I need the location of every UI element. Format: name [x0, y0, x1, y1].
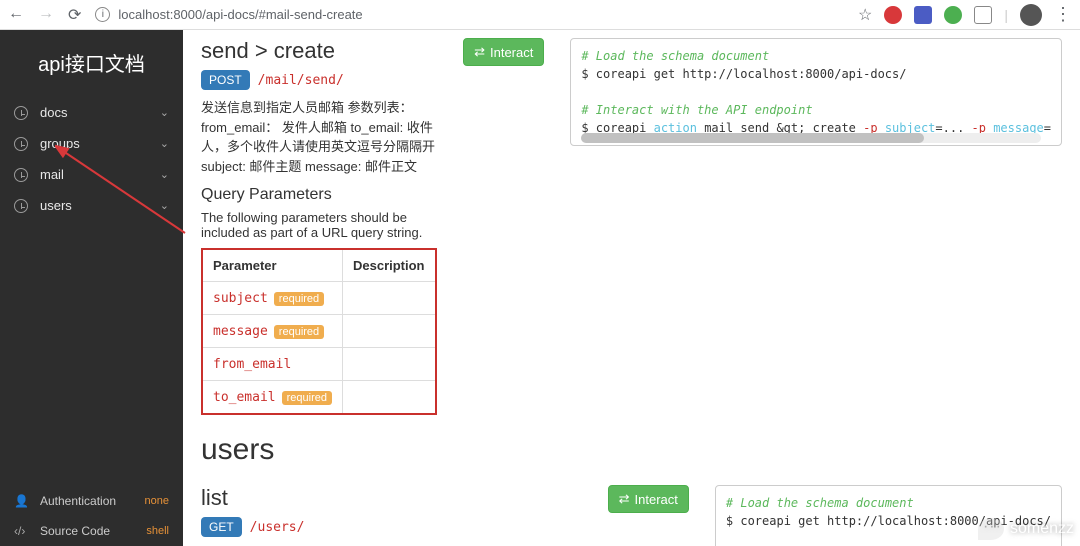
code-example: # Load the schema document $ coreapi get…: [715, 485, 1062, 546]
sidebar-item-mail[interactable]: mail ⌄: [0, 159, 183, 190]
clock-icon: [14, 137, 28, 151]
required-badge: required: [274, 325, 324, 339]
sidebar-item-label: mail: [40, 167, 64, 182]
main-content: send > create POST /mail/send/ 发送信息到指定人员…: [183, 30, 1080, 546]
th-parameter: Parameter: [202, 249, 342, 282]
user-icon: 👤: [14, 494, 28, 508]
endpoint-path: /mail/send/: [258, 73, 344, 88]
ext-icon-green[interactable]: [944, 6, 962, 24]
param-name: from_email: [213, 357, 291, 372]
query-params-heading: Query Parameters: [201, 186, 437, 204]
table-row: subject required: [202, 282, 436, 315]
method-badge-post: POST: [201, 70, 250, 90]
sidebar-auth-row[interactable]: 👤 Authentication none: [0, 486, 183, 516]
scrollbar-thumb[interactable]: [581, 133, 924, 143]
endpoint-description: 发送信息到指定人员邮箱 参数列表： from_email： 发件人邮箱 to_e…: [201, 98, 437, 176]
table-row: to_email required: [202, 381, 436, 415]
abp-icon[interactable]: [884, 6, 902, 24]
sidebar-footer-value: shell: [146, 525, 169, 537]
info-icon: i: [95, 7, 110, 22]
url-text: localhost:8000/api-docs/#mail-send-creat…: [118, 7, 362, 22]
table-row: from_email: [202, 348, 436, 381]
chevron-down-icon: ⌄: [160, 137, 169, 150]
sidebar-item-label: docs: [40, 105, 67, 120]
reload-button[interactable]: ⟳: [68, 5, 81, 25]
sidebar: api接口文档 docs ⌄ groups ⌄ mail ⌄ users ⌄: [0, 30, 183, 546]
chevron-down-icon: ⌄: [160, 168, 169, 181]
menu-dots-icon[interactable]: ⋮: [1054, 4, 1072, 25]
required-badge: required: [282, 391, 332, 405]
sidebar-item-label: groups: [40, 136, 80, 151]
param-name: to_email: [213, 390, 276, 405]
params-table: Parameter Description subject required me…: [201, 248, 437, 415]
nav-buttons: ← → ⟳: [8, 5, 81, 25]
clock-icon: [14, 106, 28, 120]
required-badge: required: [274, 292, 324, 306]
endpoint-path: /users/: [250, 520, 305, 535]
star-icon[interactable]: ☆: [858, 5, 872, 25]
code-icon: ‹/›: [14, 524, 28, 538]
param-name: subject: [213, 291, 268, 306]
sidebar-item-users[interactable]: users ⌄: [0, 190, 183, 221]
endpoint-title: send > create: [201, 38, 335, 64]
browser-right-icons: ☆ | ⋮: [858, 4, 1072, 26]
sidebar-title: api接口文档: [0, 30, 183, 97]
sidebar-item-groups[interactable]: groups ⌄: [0, 128, 183, 159]
address-bar[interactable]: i localhost:8000/api-docs/#mail-send-cre…: [95, 7, 844, 22]
ext-icon-blue[interactable]: [914, 6, 932, 24]
sidebar-footer-value: none: [145, 495, 169, 507]
sidebar-footer-label: Authentication: [40, 494, 116, 508]
sidebar-item-docs[interactable]: docs ⌄: [0, 97, 183, 128]
method-badge-get: GET: [201, 517, 242, 537]
group-heading-users: users: [201, 433, 1062, 467]
sidebar-footer-label: Source Code: [40, 524, 110, 538]
th-description: Description: [342, 249, 436, 282]
ext-icon-shield[interactable]: [974, 6, 992, 24]
param-name: message: [213, 324, 268, 339]
sidebar-source-row[interactable]: ‹/› Source Code shell: [0, 516, 183, 546]
sidebar-item-label: users: [40, 198, 72, 213]
sidebar-nav: docs ⌄ groups ⌄ mail ⌄ users ⌄: [0, 97, 183, 221]
forward-button[interactable]: →: [38, 5, 54, 25]
code-example: # Load the schema document $ coreapi get…: [570, 38, 1062, 146]
back-button[interactable]: ←: [8, 5, 24, 25]
endpoint-users-list: list GET /users/ API endpoint that allow…: [201, 477, 1062, 546]
endpoint-title: list: [201, 485, 582, 511]
interact-button[interactable]: Interact: [463, 38, 544, 66]
clock-icon: [14, 168, 28, 182]
profile-avatar[interactable]: [1020, 4, 1042, 26]
chevron-down-icon: ⌄: [160, 106, 169, 119]
browser-toolbar: ← → ⟳ i localhost:8000/api-docs/#mail-se…: [0, 0, 1080, 30]
clock-icon: [14, 199, 28, 213]
table-row: message required: [202, 315, 436, 348]
query-params-sub: The following parameters should be inclu…: [201, 210, 437, 240]
endpoint-mail-send-create: send > create POST /mail/send/ 发送信息到指定人员…: [201, 30, 1062, 415]
chevron-down-icon: ⌄: [160, 199, 169, 212]
sidebar-footer: 👤 Authentication none ‹/› Source Code sh…: [0, 486, 183, 546]
interact-button[interactable]: Interact: [608, 485, 689, 513]
